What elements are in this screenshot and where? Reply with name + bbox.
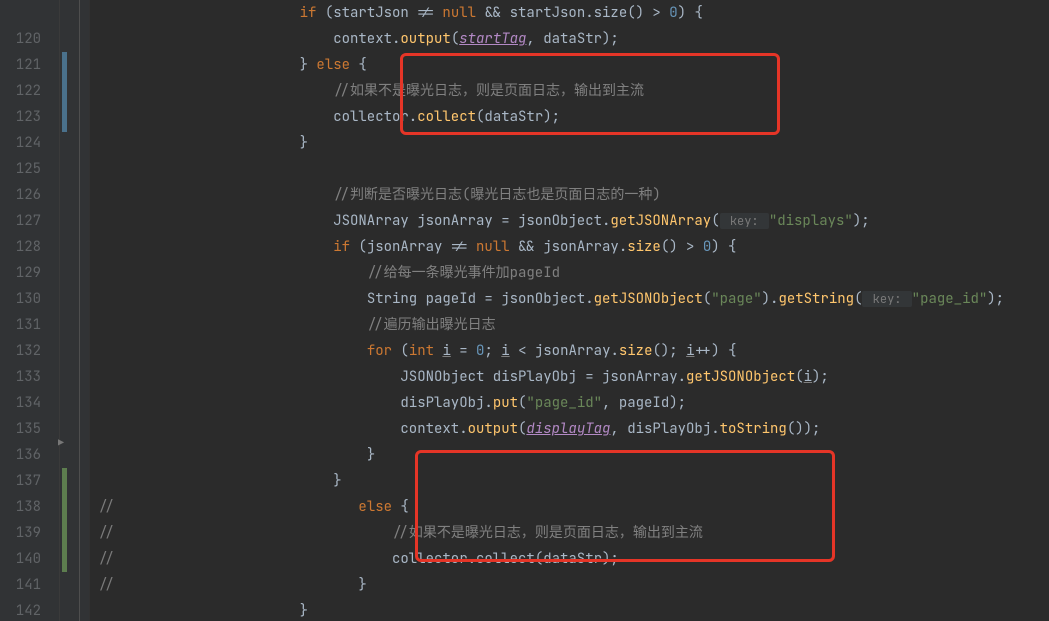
line-number: 142 <box>0 598 41 621</box>
line-number: 120 <box>0 26 41 52</box>
code-line[interactable]: context.output(startTag, dataStr); <box>98 26 1049 52</box>
line-number: 125 <box>0 156 41 182</box>
code-editor[interactable]: if (startJson != null && startJson.size(… <box>90 0 1049 621</box>
vcs-change-strip: ▶ <box>60 0 70 621</box>
code-line[interactable]: collector.collect(dataStr); <box>98 104 1049 130</box>
restore-arrow-icon[interactable]: ▶ <box>58 430 64 456</box>
line-number: 124 <box>0 130 41 156</box>
line-number: 139 <box>0 520 41 546</box>
line-number: 130 <box>0 286 41 312</box>
code-line[interactable] <box>98 156 1049 182</box>
code-line[interactable]: disPlayObj.put("page_id", pageId); <box>98 390 1049 416</box>
vcs-change-marker[interactable] <box>62 468 67 572</box>
code-line[interactable]: //判断是否曝光日志(曝光日志也是页面日志的一种) <box>98 182 1049 208</box>
code-line[interactable]: // collector.collect(dataStr); <box>98 546 1049 572</box>
code-line[interactable]: String pageId = jsonObject.getJSONObject… <box>98 286 1049 312</box>
code-line[interactable]: if (jsonArray != null && jsonArray.size(… <box>98 234 1049 260</box>
code-line[interactable]: // //如果不是曝光日志，则是页面日志，输出到主流 <box>98 520 1049 546</box>
line-number-gutter: 1201211221231241251261271281291301311321… <box>0 0 60 621</box>
fold-strip <box>70 0 90 621</box>
commented-code: // <box>98 576 115 594</box>
code-line[interactable]: JSONObject disPlayObj = jsonArray.getJSO… <box>98 364 1049 390</box>
line-number: 134 <box>0 390 41 416</box>
line-number: 126 <box>0 182 41 208</box>
code-line[interactable]: // } <box>98 572 1049 598</box>
code-line[interactable]: } <box>98 130 1049 156</box>
line-number: 136 <box>0 442 41 468</box>
line-number: 135 <box>0 416 41 442</box>
code-line[interactable]: JSONArray jsonArray = jsonObject.getJSON… <box>98 208 1049 234</box>
line-number: 137 <box>0 468 41 494</box>
code-line[interactable]: //遍历输出曝光日志 <box>98 312 1049 338</box>
line-number: 132 <box>0 338 41 364</box>
code-line[interactable]: } <box>98 598 1049 621</box>
code-line[interactable]: context.output(displayTag, disPlayObj.to… <box>98 416 1049 442</box>
code-line[interactable]: //给每一条曝光事件加pageId <box>98 260 1049 286</box>
commented-code: // <box>98 498 115 516</box>
line-number: 140 <box>0 546 41 572</box>
code-line[interactable]: } <box>98 468 1049 494</box>
code-line[interactable]: } <box>98 442 1049 468</box>
commented-code: // <box>98 550 115 568</box>
line-number: 127 <box>0 208 41 234</box>
line-number: 123 <box>0 104 41 130</box>
code-line[interactable]: if (startJson != null && startJson.size(… <box>98 0 1049 26</box>
line-number: 129 <box>0 260 41 286</box>
code-line[interactable]: //如果不是曝光日志，则是页面日志，输出到主流 <box>98 78 1049 104</box>
commented-code: // <box>98 524 115 542</box>
line-number: 133 <box>0 364 41 390</box>
line-number: 122 <box>0 78 41 104</box>
line-number: 141 <box>0 572 41 598</box>
code-line[interactable]: for (int i = 0; i < jsonArray.size(); i+… <box>98 338 1049 364</box>
line-number: 128 <box>0 234 41 260</box>
line-number: 121 <box>0 52 41 78</box>
code-line[interactable]: // else { <box>98 494 1049 520</box>
line-number <box>0 0 41 26</box>
line-number: 131 <box>0 312 41 338</box>
line-number: 138 <box>0 494 41 520</box>
vcs-change-marker[interactable] <box>62 52 67 132</box>
code-line[interactable]: } else { <box>98 52 1049 78</box>
